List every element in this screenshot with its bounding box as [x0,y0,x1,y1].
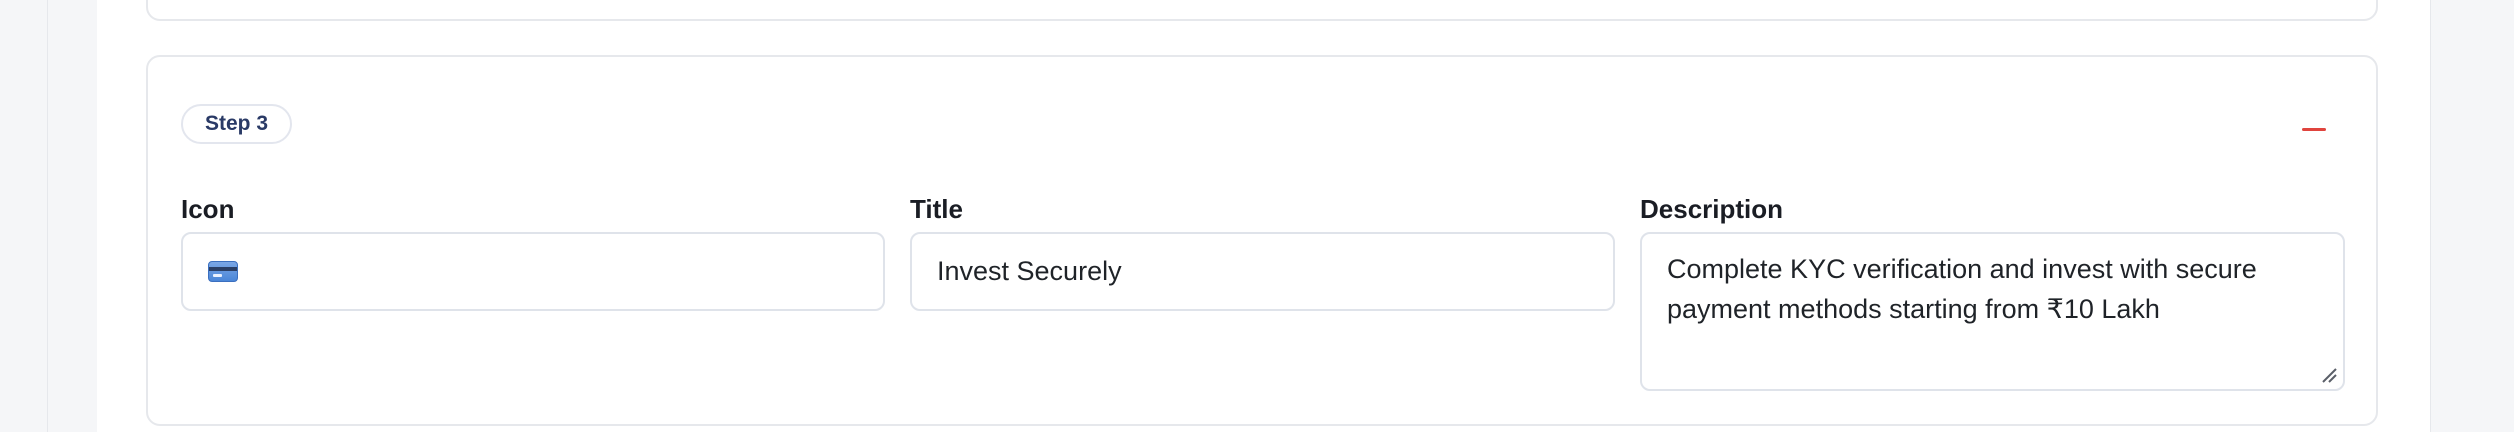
page-gutter-right [2430,0,2514,432]
icon-field-label: Icon [181,194,235,224]
minus-icon [2302,127,2326,131]
step-badge-label: Step 3 [205,112,269,135]
remove-step-button[interactable] [2294,109,2334,149]
title-input-value: Invest Securely [937,256,1122,286]
step-card: Step 3 Icon Title Invest Securely Descri… [146,55,2378,426]
description-textarea-value: Complete KYC verification and invest wit… [1667,254,2257,324]
page-gutter-left [0,0,48,432]
credit-card-icon [208,261,238,282]
step-badge: Step 3 [181,104,293,144]
title-field-label: Title [910,194,963,224]
description-field-label: Description [1640,194,1784,224]
previous-step-card [146,0,2378,21]
icon-input[interactable] [181,232,885,311]
resize-handle-icon[interactable] [2319,365,2337,383]
description-textarea[interactable]: Complete KYC verification and invest wit… [1640,232,2345,391]
title-input[interactable]: Invest Securely [910,232,1615,311]
